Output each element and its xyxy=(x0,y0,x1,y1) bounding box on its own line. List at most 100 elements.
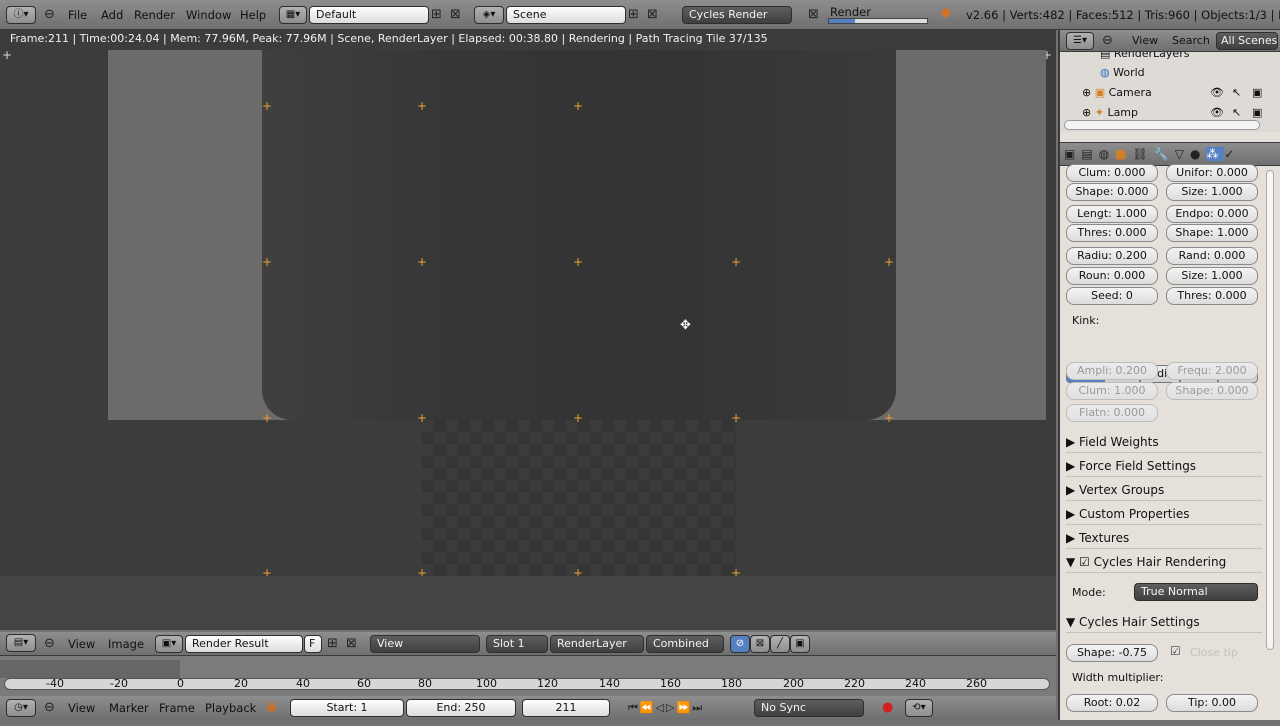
render-engine-select[interactable]: Cycles Render xyxy=(682,6,792,24)
outliner-menu-view[interactable]: View xyxy=(1132,34,1158,47)
outliner-item-renderlayers[interactable]: ▤ RenderLayers xyxy=(1100,52,1189,60)
shape-field-2[interactable]: Shape: 1.000 xyxy=(1166,224,1258,242)
enable-checkbox-icon[interactable]: ☑ xyxy=(1079,555,1090,569)
alpha-icon[interactable]: ⊠ xyxy=(750,635,770,653)
sync-select[interactable]: No Sync xyxy=(754,699,864,717)
editor-type-icon[interactable]: ▤▾ xyxy=(6,634,36,652)
cancel-render-icon[interactable]: ⊠ xyxy=(808,7,819,23)
modifiers-tab-icon[interactable]: 🔧 xyxy=(1154,147,1175,161)
render-slot-icon[interactable]: ▣ xyxy=(790,635,810,653)
collapse-menus-icon[interactable]: ⊖ xyxy=(44,636,55,652)
paint-icon[interactable]: ╱ xyxy=(770,635,790,653)
scene-icon[interactable]: ◈▾ xyxy=(474,6,504,24)
panel-vertex-groups[interactable]: ▶ Vertex Groups xyxy=(1066,479,1262,501)
scene-field[interactable]: Scene xyxy=(506,6,626,24)
playback-controls[interactable]: ⏮⏪◁▷⏩⏭ xyxy=(628,700,704,716)
render-layer-select[interactable]: RenderLayer xyxy=(550,635,644,653)
threshold-field-2[interactable]: Thres: 0.000 xyxy=(1166,287,1258,305)
shape-field[interactable]: Shape: 0.000 xyxy=(1066,183,1158,201)
view-select[interactable]: View xyxy=(370,635,480,653)
menu-render[interactable]: Render xyxy=(134,0,175,30)
start-frame-field[interactable]: Start: 1 xyxy=(290,699,404,717)
corner-plus-icon[interactable]: + xyxy=(2,48,12,62)
collapse-icon[interactable]: ⊖ xyxy=(44,7,55,23)
round-field[interactable]: Roun: 0.000 xyxy=(1066,267,1158,285)
image-name-field[interactable]: Render Result xyxy=(185,635,303,653)
panel-cycles-hair-settings[interactable]: ▼ Cycles Hair Settings xyxy=(1066,611,1262,633)
panel-field-weights[interactable]: ▶ Field Weights xyxy=(1066,431,1262,453)
outliner-item-camera[interactable]: ⊕ ▣ Camera xyxy=(1082,86,1152,99)
panel-custom-properties[interactable]: ▶ Custom Properties xyxy=(1066,503,1262,525)
render-tab-icon[interactable]: ▣ xyxy=(1064,147,1081,161)
layers-tab-icon[interactable]: ▤ xyxy=(1081,147,1098,161)
outliner-editor-icon[interactable]: ☰▾ xyxy=(1066,32,1094,50)
frequency-field[interactable]: Frequ: 2.000 xyxy=(1166,362,1258,380)
timeline-menu-playback[interactable]: Playback xyxy=(205,696,256,726)
timeline-area[interactable] xyxy=(0,656,1056,696)
outliner-scrollbar[interactable] xyxy=(1064,120,1260,130)
expand-icon[interactable]: ⊕ xyxy=(1082,106,1095,119)
close-tip-checkbox[interactable]: ☑ xyxy=(1170,644,1181,658)
visibility-eye-icon[interactable]: 👁 xyxy=(1210,86,1224,99)
image-browse-icon[interactable]: ▣▾ xyxy=(155,635,183,653)
screen-layout-icon[interactable]: ▦▾ xyxy=(279,6,307,24)
screen-layout-field[interactable]: Default xyxy=(309,6,429,24)
fake-user-button[interactable]: F xyxy=(304,635,322,653)
timeline-menu-frame[interactable]: Frame xyxy=(159,696,195,726)
timeline-menu-view[interactable]: View xyxy=(68,696,95,726)
seed-field[interactable]: Seed: 0 xyxy=(1066,287,1158,305)
timeline-scrollbar[interactable] xyxy=(4,678,1050,690)
amplitude-field[interactable]: Ampli: 0.200 xyxy=(1066,362,1158,380)
slot-select[interactable]: Slot 1 xyxy=(486,635,548,653)
particles-tab-icon[interactable]: ⁂ xyxy=(1206,147,1225,161)
render-camera-icon[interactable]: ▣ xyxy=(1252,106,1262,119)
flatness-field[interactable]: Flatn: 0.000 xyxy=(1066,404,1158,422)
select-cursor-icon[interactable]: ↖ xyxy=(1232,86,1241,99)
panel-textures[interactable]: ▶ Textures xyxy=(1066,527,1262,549)
timeline-editor-icon[interactable]: ◷▾ xyxy=(6,699,36,717)
unlink-image-icon[interactable]: ⊠ xyxy=(346,636,357,652)
new-image-icon[interactable]: ⊞ xyxy=(327,636,338,652)
menu-file[interactable]: File xyxy=(68,0,87,30)
outliner-filter-select[interactable]: All Scenes xyxy=(1216,32,1278,50)
render-camera-icon[interactable]: ▣ xyxy=(1252,86,1262,99)
constraints-tab-icon[interactable]: ⛓ xyxy=(1133,147,1154,161)
outliner-collapse-icon[interactable]: ⊖ xyxy=(1102,33,1113,49)
data-tab-icon[interactable]: ▽ xyxy=(1175,147,1190,161)
hair-shape-field[interactable]: Shape: -0.75 xyxy=(1066,644,1158,662)
menu-help[interactable]: Help xyxy=(240,0,266,30)
render-pass-select[interactable]: Combined xyxy=(646,635,724,653)
current-frame-field[interactable]: 211 xyxy=(522,699,610,717)
properties-scrollbar[interactable] xyxy=(1266,170,1274,650)
tip-width-field[interactable]: Tip: 0.00 xyxy=(1166,694,1258,712)
clum-field[interactable]: Clum: 0.000 xyxy=(1066,164,1158,182)
root-width-field[interactable]: Root: 0.02 xyxy=(1066,694,1158,712)
endpoint-field[interactable]: Endpo: 0.000 xyxy=(1166,205,1258,223)
unifor-field[interactable]: Unifor: 0.000 xyxy=(1166,164,1258,182)
kink-clump-field[interactable]: Clum: 1.000 xyxy=(1066,382,1158,400)
add-layout-icon[interactable]: ⊞ xyxy=(431,7,442,23)
outliner-menu-search[interactable]: Search xyxy=(1172,34,1210,47)
threshold-field[interactable]: Thres: 0.000 xyxy=(1066,224,1158,242)
preview-range-icon[interactable]: ◉ xyxy=(266,700,277,716)
world-tab-icon[interactable]: ◍ xyxy=(1099,147,1115,161)
select-cursor-icon[interactable]: ↖ xyxy=(1232,106,1241,119)
end-frame-field[interactable]: End: 250 xyxy=(406,699,516,717)
length-field[interactable]: Lengt: 1.000 xyxy=(1066,205,1158,223)
size-field[interactable]: Size: 1.000 xyxy=(1166,183,1258,201)
physics-tab-icon[interactable]: ✓ xyxy=(1224,147,1240,161)
kink-shape-field[interactable]: Shape: 0.000 xyxy=(1166,382,1258,400)
outliner-item-lamp[interactable]: ⊕ ✦ Lamp xyxy=(1082,106,1138,119)
menu-window[interactable]: Window xyxy=(186,0,231,30)
material-tab-icon[interactable]: ● xyxy=(1190,147,1206,161)
panel-cycles-hair-rendering[interactable]: ▼ ☑ Cycles Hair Rendering xyxy=(1066,551,1262,573)
menu-add[interactable]: Add xyxy=(101,0,123,30)
radius-field[interactable]: Radiu: 0.200 xyxy=(1066,247,1158,265)
remove-layout-icon[interactable]: ⊠ xyxy=(450,7,461,23)
random-field[interactable]: Rand: 0.000 xyxy=(1166,247,1258,265)
remove-scene-icon[interactable]: ⊠ xyxy=(647,7,658,23)
visibility-eye-icon[interactable]: 👁 xyxy=(1210,106,1224,119)
blender-menu-icon[interactable]: ⓘ▾ xyxy=(6,6,36,24)
timeline-collapse-icon[interactable]: ⊖ xyxy=(44,700,55,716)
timeline-menu-marker[interactable]: Marker xyxy=(109,696,149,726)
